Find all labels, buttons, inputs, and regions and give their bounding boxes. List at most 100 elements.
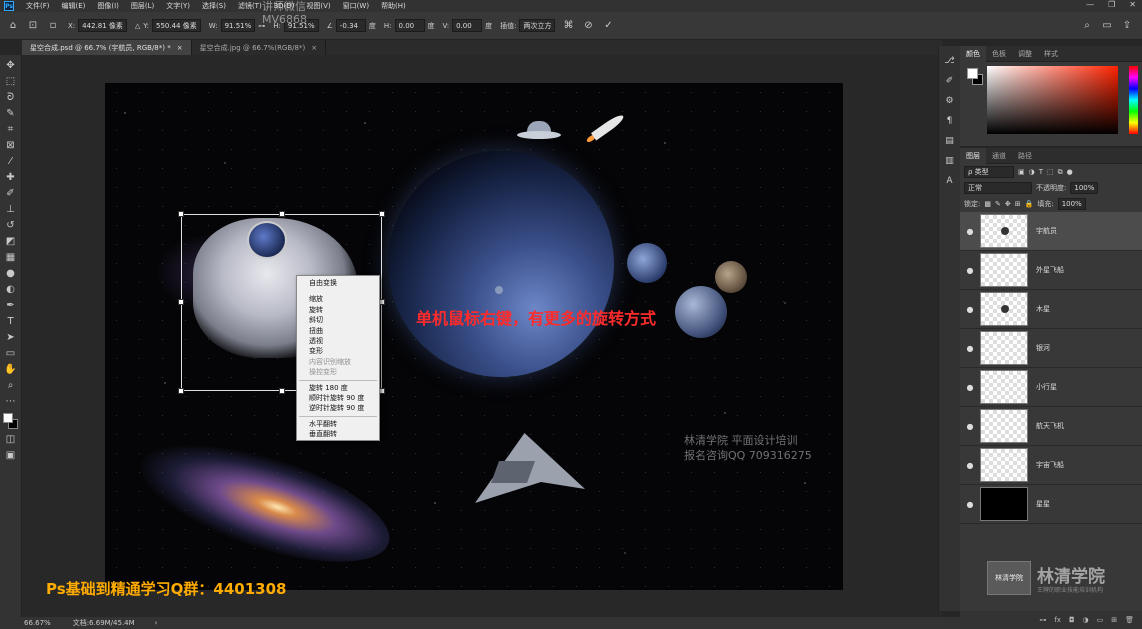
add-mask-icon[interactable]: ◘ <box>1069 616 1075 624</box>
foreground-color-swatch[interactable] <box>2 413 13 423</box>
history-panel-icon[interactable]: ⎇ <box>943 54 957 68</box>
brush-settings-icon[interactable]: ✐ <box>943 74 957 88</box>
gradient-tool-icon[interactable]: ▦ <box>4 250 18 264</box>
tab-adjustments[interactable]: 调整 <box>1012 46 1038 62</box>
visibility-eye-icon[interactable]: ● <box>960 227 980 236</box>
filter-shape-icon[interactable]: ⬚ <box>1047 168 1054 176</box>
commit-transform-icon[interactable]: ✓ <box>601 19 615 33</box>
menu-file[interactable]: 文件(F) <box>20 1 56 11</box>
tab-paths[interactable]: 路径 <box>1012 148 1038 164</box>
brush-tool-icon[interactable]: ✐ <box>4 186 18 200</box>
filter-adjustment-icon[interactable]: ◑ <box>1029 168 1035 176</box>
zoom-tool-icon[interactable]: ⌕ <box>4 378 18 392</box>
properties-panel-icon[interactable]: ⚙ <box>943 94 957 108</box>
x-input[interactable]: 442.81 像素 <box>78 19 127 32</box>
path-select-icon[interactable]: ➤ <box>4 330 18 344</box>
tab-close-icon[interactable]: × <box>177 44 183 52</box>
move-tool-icon[interactable]: ✥ <box>4 58 18 72</box>
transform-handle-b[interactable] <box>279 388 285 394</box>
lasso-tool-icon[interactable]: ᘐ <box>4 90 18 104</box>
search-icon[interactable]: ⌕ <box>1080 19 1094 33</box>
frame-tool-icon[interactable]: ⊠ <box>4 138 18 152</box>
paragraph-panel-icon[interactable]: ¶ <box>943 114 957 128</box>
workspace-icon[interactable]: ▭ <box>1100 19 1114 33</box>
layer-row[interactable]: ● 宇航员 <box>960 212 1142 251</box>
home-icon[interactable]: ⌂ <box>6 19 20 33</box>
filter-toggle-icon[interactable]: ● <box>1067 168 1073 176</box>
share-icon[interactable]: ⇪ <box>1120 19 1134 33</box>
zoom-level[interactable]: 66.67% <box>24 619 51 627</box>
pen-tool-icon[interactable]: ✒ <box>4 298 18 312</box>
visibility-eye-icon[interactable]: ● <box>960 266 980 275</box>
filter-pixel-icon[interactable]: ▣ <box>1018 168 1025 176</box>
opacity-input[interactable]: 100% <box>1070 182 1099 194</box>
visibility-eye-icon[interactable]: ● <box>960 422 980 431</box>
x-field[interactable]: X: 442.81 像素 <box>68 19 127 32</box>
visibility-eye-icon[interactable]: ● <box>960 383 980 392</box>
tab-color[interactable]: 颜色 <box>960 45 986 62</box>
crop-tool-icon[interactable]: ⌗ <box>4 122 18 136</box>
blend-mode-select[interactable]: 正常 <box>964 182 1032 194</box>
link-layers-icon[interactable]: ⊶ <box>1039 616 1046 624</box>
lock-transparency-icon[interactable]: ▩ <box>984 200 991 208</box>
close-window-icon[interactable]: ✕ <box>1129 0 1136 9</box>
lock-pixels-icon[interactable]: ✎ <box>995 200 1001 208</box>
layer-style-icon[interactable]: fx <box>1054 616 1061 624</box>
healing-brush-icon[interactable]: ✚ <box>4 170 18 184</box>
tab-styles[interactable]: 样式 <box>1038 46 1064 62</box>
layer-row[interactable]: ● 银河 <box>960 329 1142 368</box>
hand-tool-icon[interactable]: ✋ <box>4 362 18 376</box>
menu-flip-vertical[interactable]: 垂直翻转 <box>297 429 379 439</box>
menu-rotate-90-cw[interactable]: 顺时针旋转 90 度 <box>297 393 379 403</box>
y-input[interactable]: 550.44 像素 <box>151 19 201 32</box>
layer-row[interactable]: ● 外星飞船 <box>960 251 1142 290</box>
eraser-tool-icon[interactable]: ◩ <box>4 234 18 248</box>
history-brush-icon[interactable]: ↺ <box>4 218 18 232</box>
panel-foreground-swatch[interactable] <box>967 68 978 79</box>
visibility-eye-icon[interactable]: ● <box>960 305 980 314</box>
visibility-eye-icon[interactable]: ● <box>960 461 980 470</box>
visibility-eye-icon[interactable]: ● <box>960 500 980 509</box>
vskew-field[interactable]: V: 0.00 度 <box>443 19 492 32</box>
transform-handle-bl[interactable] <box>178 388 184 394</box>
w-field[interactable]: W: 91.51% ⊶ <box>209 19 265 32</box>
clone-stamp-icon[interactable]: ⊥ <box>4 202 18 216</box>
quick-mask-icon[interactable]: ◫ <box>4 432 18 446</box>
tab-channels[interactable]: 通道 <box>986 148 1012 164</box>
transform-handle-tl[interactable] <box>178 211 184 217</box>
adjustment-layer-icon[interactable]: ◑ <box>1083 616 1089 624</box>
transform-handle-l[interactable] <box>178 299 184 305</box>
menu-type[interactable]: 文字(Y) <box>160 1 196 11</box>
layer-row[interactable]: ● 木星 <box>960 290 1142 329</box>
status-menu-arrow[interactable]: › <box>155 619 158 627</box>
warp-icon[interactable]: ⌘ <box>561 19 575 33</box>
layer-row[interactable]: ● 航天飞机 <box>960 407 1142 446</box>
libraries-panel-icon[interactable]: ▤ <box>943 134 957 148</box>
angle-field[interactable]: ∠ -0.34 度 <box>327 19 376 32</box>
menu-select[interactable]: 选择(S) <box>196 1 232 11</box>
more-tools-icon[interactable]: ⋯ <box>4 394 18 408</box>
layer-row[interactable]: ● 星星 <box>960 485 1142 524</box>
menu-window[interactable]: 窗口(W) <box>337 1 375 11</box>
y-field[interactable]: △ Y: 550.44 像素 <box>135 19 201 32</box>
menu-distort[interactable]: 扭曲 <box>297 326 379 336</box>
rectangle-tool-icon[interactable]: ▭ <box>4 346 18 360</box>
layer-row[interactable]: ● 小行星 <box>960 368 1142 407</box>
menu-perspective[interactable]: 透视 <box>297 336 379 346</box>
reference-point-icon[interactable]: ▫ <box>46 19 60 33</box>
menu-help[interactable]: 帮助(H) <box>375 1 412 11</box>
fill-input[interactable]: 100% <box>1057 198 1086 210</box>
blur-tool-icon[interactable]: ● <box>4 266 18 280</box>
color-swatches[interactable] <box>2 413 19 431</box>
screen-mode-icon[interactable]: ▣ <box>4 448 18 462</box>
color-field[interactable] <box>987 66 1118 134</box>
angle-input[interactable]: -0.34 <box>335 19 366 32</box>
menu-warp[interactable]: 变形 <box>297 346 379 356</box>
character-panel-icon[interactable]: A <box>943 174 957 188</box>
tab-jpg[interactable]: 星空合成.jpg @ 66.7%(RGB/8*) × <box>192 40 327 55</box>
new-group-icon[interactable]: ▭ <box>1097 616 1104 624</box>
menu-rotate[interactable]: 旋转 <box>297 305 379 315</box>
tab-psd[interactable]: 星空合成.psd @ 66.7% (宇航员, RGB/8*) * × <box>22 40 192 55</box>
lock-artboard-icon[interactable]: ⊞ <box>1015 200 1021 208</box>
hskew-field[interactable]: H: 0.00 度 <box>384 19 435 32</box>
